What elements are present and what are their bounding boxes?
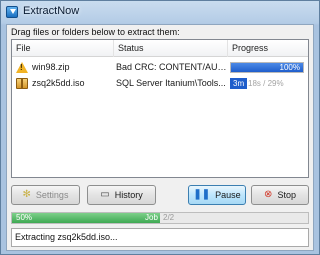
column-header-status[interactable]: Status — [114, 40, 228, 57]
progress-elapsed: 3m — [230, 78, 248, 89]
column-header-file[interactable]: File — [12, 40, 114, 57]
extractnow-app-icon — [6, 6, 18, 18]
gear-icon: ✻ — [22, 189, 31, 200]
pause-button[interactable]: ❚❚ Pause — [188, 185, 246, 205]
row-progress-bar: 3m 18s / 29% — [230, 78, 304, 89]
stop-icon: ⊗ — [264, 189, 273, 200]
warning-icon — [16, 62, 28, 73]
list-row-win98[interactable]: win98.zip Bad CRC: CONTENT/AUD... 100% — [12, 60, 308, 75]
settings-button[interactable]: ✻ Settings — [11, 185, 80, 205]
settings-label: Settings — [35, 190, 69, 200]
progress-cell: 3m 18s / 29% — [230, 76, 304, 91]
history-label: History — [114, 190, 143, 200]
overall-progress-fill — [12, 213, 160, 223]
status-cell: Bad CRC: CONTENT/AUD... — [116, 62, 228, 72]
status-bar: Extracting zsq2k5dd.iso... — [11, 228, 309, 247]
job-count: 2/2 — [163, 213, 175, 222]
title-bar[interactable]: ExtractNow — [1, 1, 319, 23]
progress-cell: 100% — [230, 60, 304, 75]
file-cell: win98.zip — [16, 60, 114, 75]
overall-percent: 50% — [16, 213, 33, 222]
file-name: zsq2k5dd.iso — [32, 78, 85, 88]
stop-button[interactable]: ⊗ Stop — [251, 185, 309, 205]
archive-icon — [16, 78, 28, 89]
extractnow-window: ExtractNow Drag files or folders below t… — [0, 0, 320, 255]
pause-label: Pause — [215, 190, 241, 200]
job-label: Job — [145, 213, 158, 222]
stop-label: Stop — [277, 190, 296, 200]
history-icon: ▭ — [100, 189, 110, 200]
file-name: win98.zip — [32, 62, 70, 72]
overall-progress-bar: 50% Job 2/2 — [11, 212, 309, 224]
file-cell: zsq2k5dd.iso — [16, 76, 114, 91]
list-row-zsq2k5dd[interactable]: zsq2k5dd.iso SQL Server Itanium\Tools...… — [12, 76, 308, 91]
client-area: Drag files or folders below to extract t… — [6, 24, 314, 251]
file-list[interactable]: File Status Progress win98.zip Bad CRC: … — [11, 39, 309, 178]
progress-label: 100% — [279, 63, 300, 72]
progress-remaining: 18s / 29% — [248, 79, 284, 88]
column-header-progress[interactable]: Progress — [228, 40, 308, 57]
list-header: File Status Progress — [12, 40, 308, 57]
drop-instructions: Drag files or folders below to extract t… — [11, 27, 180, 37]
history-button[interactable]: ▭ History — [87, 185, 156, 205]
window-title: ExtractNow — [23, 5, 80, 17]
pause-icon: ❚❚ — [193, 189, 211, 200]
status-cell: SQL Server Itanium\Tools... — [116, 78, 226, 88]
row-progress-bar: 100% — [230, 62, 304, 73]
